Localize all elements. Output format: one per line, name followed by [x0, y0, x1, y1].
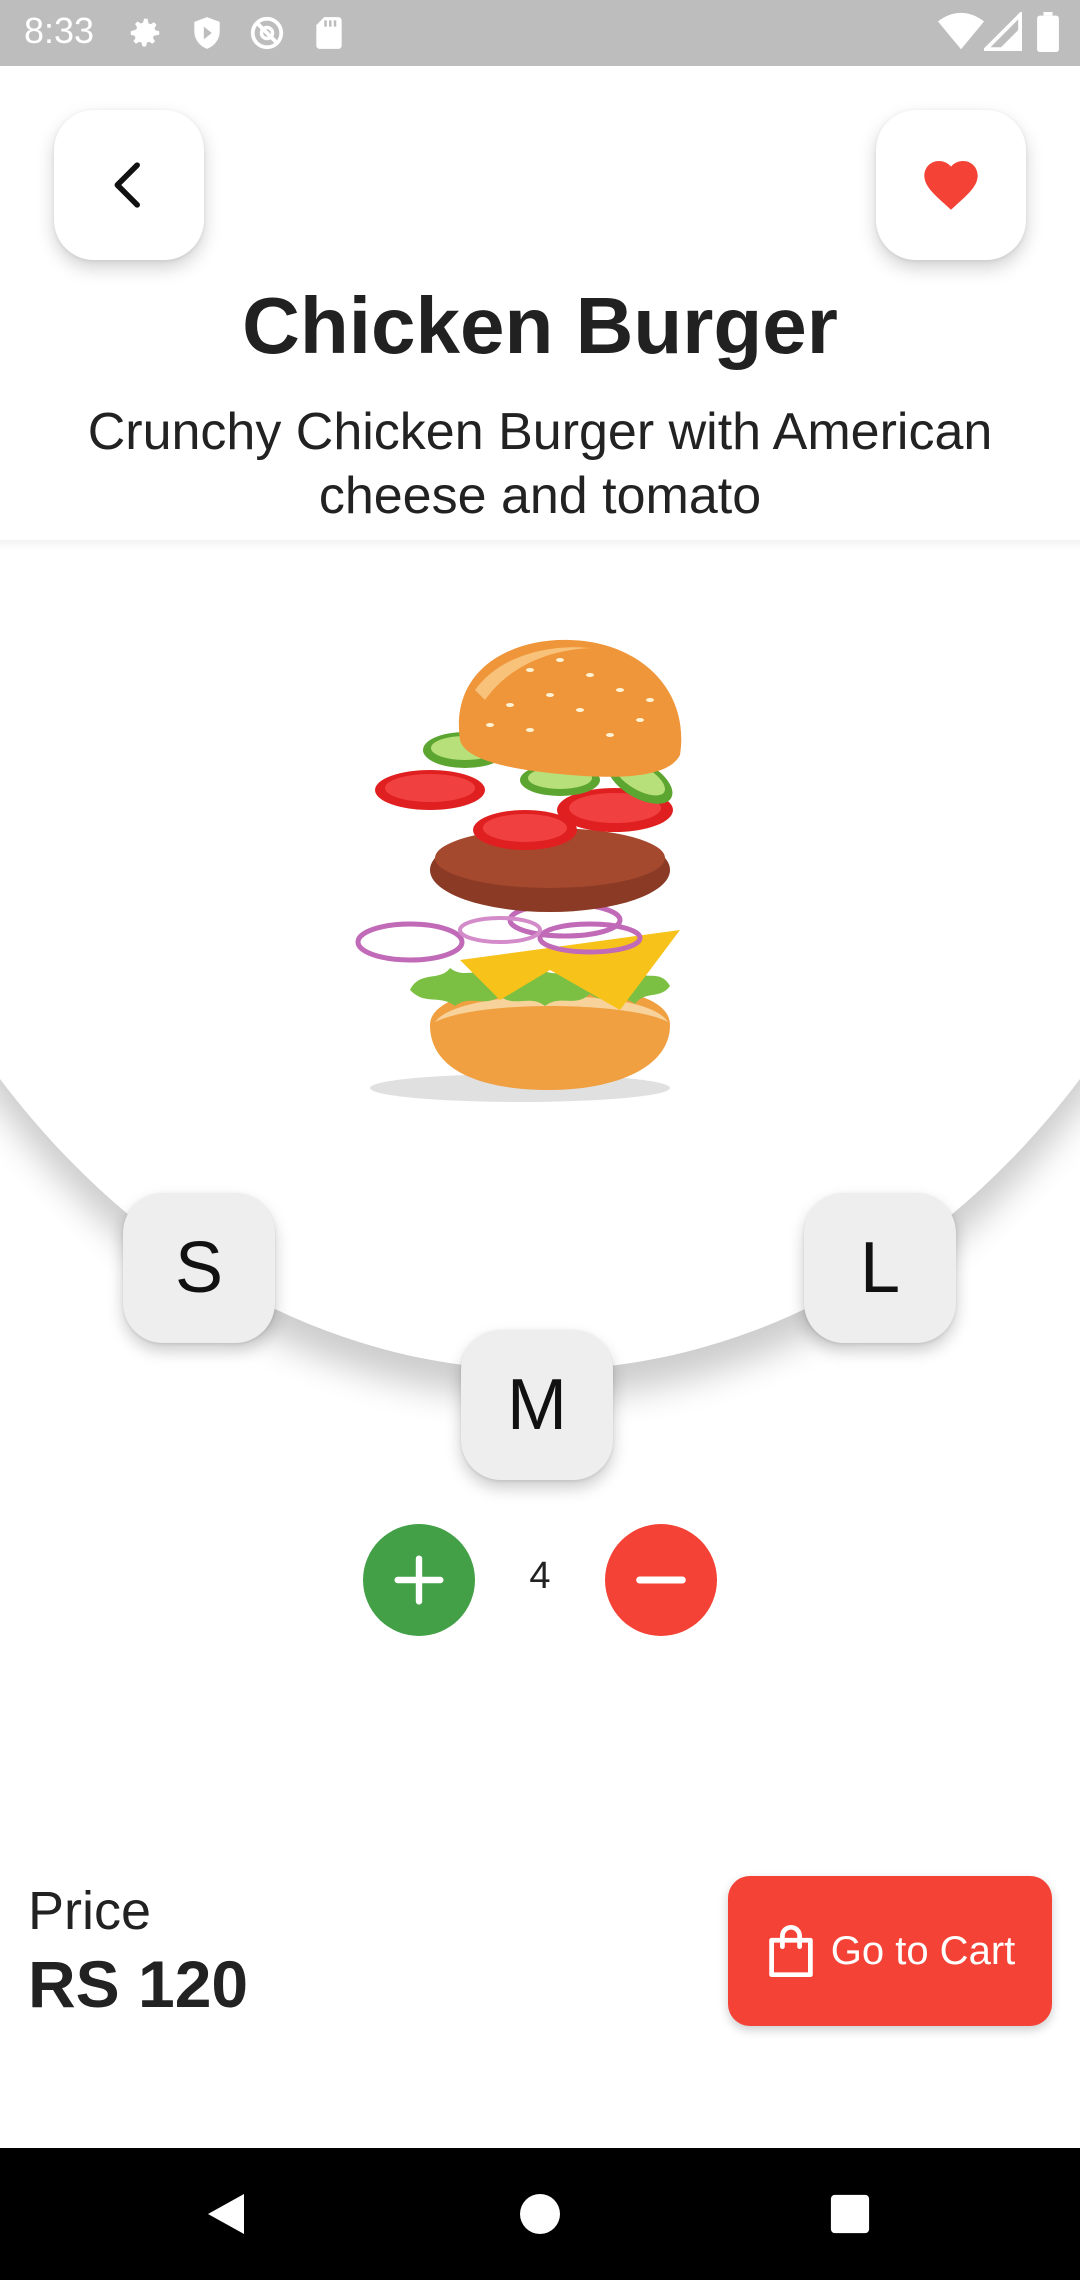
wifi-icon: [938, 12, 984, 50]
size-button-small[interactable]: S: [123, 1193, 275, 1343]
sd-card-icon: [316, 17, 342, 49]
back-triangle-icon: [208, 2194, 244, 2234]
heart-icon: [924, 161, 978, 210]
system-navigation-bar: [0, 2148, 1080, 2280]
decrease-quantity-button[interactable]: [605, 1524, 717, 1636]
favorite-button[interactable]: [876, 110, 1026, 260]
size-button-medium[interactable]: M: [461, 1330, 613, 1480]
status-bar: 8:33: [0, 0, 1080, 66]
chevron-left-icon: [114, 162, 140, 208]
nav-home-button[interactable]: [510, 2184, 570, 2244]
minus-icon: [636, 1576, 686, 1584]
go-to-cart-label: Go to Cart: [830, 1928, 1016, 1973]
price-label: Price: [28, 1881, 152, 1941]
shopping-bag-icon: [768, 1924, 813, 1978]
battery-icon: [1037, 12, 1059, 52]
product-title: Chicken Burger: [242, 281, 838, 370]
status-time: 8:33: [24, 10, 95, 51]
size-button-large[interactable]: L: [804, 1193, 956, 1343]
shield-icon: [194, 17, 220, 49]
recents-square-icon: [830, 2194, 870, 2234]
nav-back-button[interactable]: [196, 2184, 256, 2244]
burger-illustration: [355, 639, 682, 1102]
quantity-value: 4: [529, 1555, 551, 1597]
settings-icon: [130, 18, 160, 47]
back-button[interactable]: [54, 110, 204, 260]
product-detail-screen: 8:33 Chicken Burger Crunchy Chicken Burg…: [0, 0, 1080, 2280]
increase-quantity-button[interactable]: [363, 1524, 475, 1636]
plus-icon: [394, 1555, 444, 1605]
price-value: RS 120: [28, 1947, 249, 2021]
at-sign-icon: [250, 16, 284, 50]
home-circle-icon: [520, 2194, 560, 2234]
cellular-signal-icon: [984, 12, 1022, 51]
product-description: Crunchy Chicken Burger with American che…: [87, 403, 993, 525]
nav-recents-button[interactable]: [820, 2184, 880, 2244]
go-to-cart-button[interactable]: Go to Cart: [728, 1876, 1052, 2026]
